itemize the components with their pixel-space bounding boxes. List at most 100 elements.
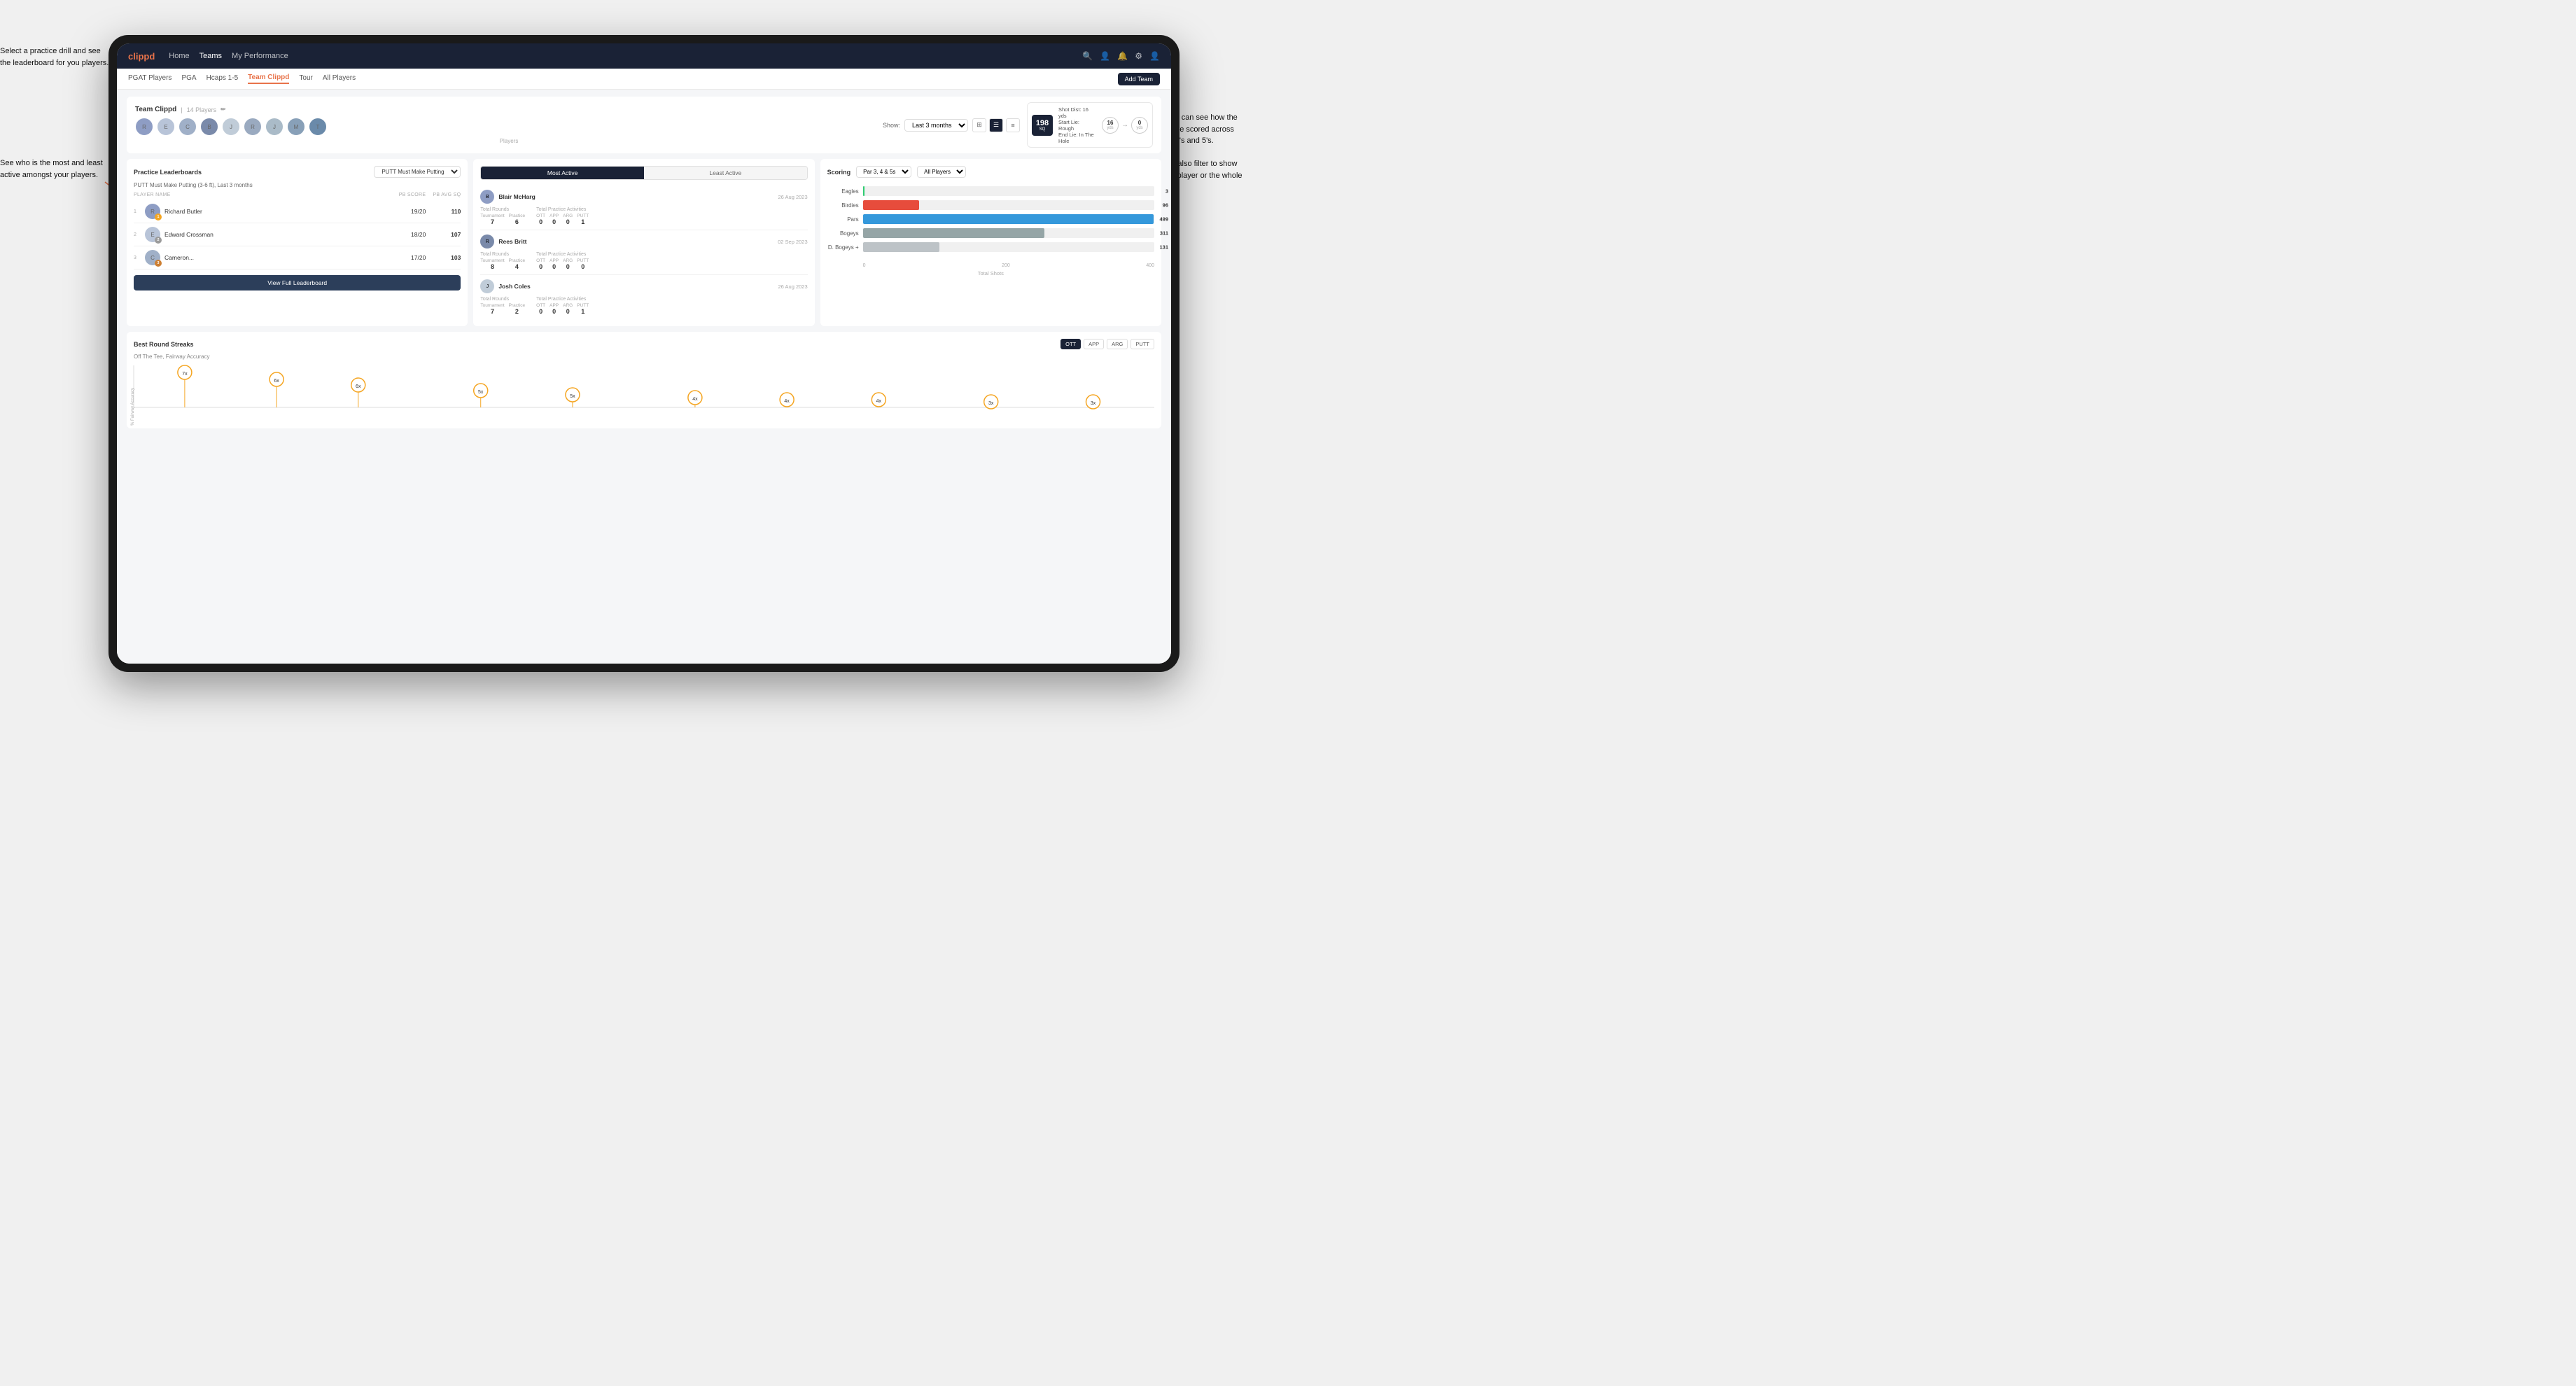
sub-nav-pgat[interactable]: PGAT Players <box>128 74 172 83</box>
user-avatar-icon[interactable]: 👤 <box>1149 51 1160 61</box>
tab-least-active[interactable]: Least Active <box>644 167 807 179</box>
avatar-5[interactable]: J <box>222 118 240 136</box>
view-icons: ⊞ ☰ ≡ <box>972 118 1020 132</box>
sub-nav-team-clippd[interactable]: Team Clippd <box>248 74 289 84</box>
annotation-top-left: Select a practice drill and seethe leade… <box>0 46 112 69</box>
players-label: Players <box>135 138 883 144</box>
axis-200: 200 <box>1002 263 1010 268</box>
lb-rank-2: 2 <box>134 232 145 237</box>
bell-icon[interactable]: 🔔 <box>1117 51 1128 61</box>
stat-group-rounds-1: Total Rounds Tournament 7 Practice 6 <box>480 207 525 225</box>
stat-title-activities-3: Total Practice Activities <box>536 297 589 302</box>
svg-text:5x: 5x <box>570 394 575 399</box>
stat-group-activities-2: Total Practice Activities OTT 0 APP 0 <box>536 252 589 270</box>
main-content: Team Clippd | 14 Players ✏ R E C B J R J… <box>117 90 1171 664</box>
yds-end: 0 yds <box>1131 117 1148 134</box>
sub-nav-tour[interactable]: Tour <box>299 74 312 83</box>
par-filter-select[interactable]: Par 3, 4 & 5s <box>856 166 911 178</box>
player-card-2: R Rees Britt 02 Sep 2023 Total Rounds To… <box>480 230 807 275</box>
search-icon[interactable]: 🔍 <box>1082 51 1093 61</box>
players-filter-select[interactable]: All Players <box>917 166 966 178</box>
shot-dist: Shot Dist: 16 yds <box>1058 106 1096 119</box>
streak-chart-svg: 7x 6x 6x 5x <box>134 365 1154 421</box>
streak-btn-arg[interactable]: ARG <box>1107 339 1128 349</box>
pc-avatar-1: B <box>480 190 494 204</box>
card-view-btn[interactable]: ☰ <box>989 118 1003 132</box>
nav-item-performance[interactable]: My Performance <box>232 52 288 60</box>
stat-practice-3: Practice 2 <box>509 303 525 315</box>
nav-bar: clippd Home Teams My Performance 🔍 👤 🔔 ⚙… <box>117 43 1171 69</box>
settings-icon[interactable]: ⚙ <box>1135 51 1142 61</box>
avatar-9[interactable]: T <box>309 118 327 136</box>
shot-sq: SQ <box>1040 127 1046 132</box>
stat-ott-1: OTT 0 <box>536 214 545 225</box>
team-player-count-label: 14 Players <box>187 106 217 113</box>
stat-app-3: APP 0 <box>550 303 559 315</box>
lb-name-2: Edward Crossman <box>164 231 391 238</box>
drill-select[interactable]: PUTT Must Make Putting <box>374 166 461 178</box>
view-full-leaderboard-button[interactable]: View Full Leaderboard <box>134 275 461 290</box>
lb-sq-1: 110 <box>426 208 461 215</box>
sub-nav-pga[interactable]: PGA <box>181 74 196 83</box>
stat-arg-3: ARG 0 <box>563 303 573 315</box>
nav-item-teams[interactable]: Teams <box>200 52 222 60</box>
tab-most-active[interactable]: Most Active <box>481 167 644 179</box>
nav-item-home[interactable]: Home <box>169 52 189 60</box>
player-card-header-3: J Josh Coles 26 Aug 2023 <box>480 279 807 293</box>
stat-arg-2: ARG 0 <box>563 258 573 270</box>
bar-track-pars: 499 <box>863 214 1154 224</box>
bar-label-bogeys: Bogeys <box>827 230 859 237</box>
avatar-4[interactable]: B <box>200 118 218 136</box>
pc-date-2: 02 Sep 2023 <box>778 239 808 245</box>
svg-text:3x: 3x <box>1091 401 1096 406</box>
grid-view-btn[interactable]: ⊞ <box>972 118 986 132</box>
pc-avatar-3: J <box>480 279 494 293</box>
tablet-frame: clippd Home Teams My Performance 🔍 👤 🔔 ⚙… <box>108 35 1180 672</box>
streak-btn-app[interactable]: APP <box>1084 339 1104 349</box>
svg-text:5x: 5x <box>478 390 484 395</box>
person-icon[interactable]: 👤 <box>1100 51 1110 61</box>
bar-row-bogeys: Bogeys 311 <box>827 228 1154 238</box>
show-label: Show: <box>883 122 900 129</box>
activity-tabs: Most Active Least Active <box>480 166 807 180</box>
sub-nav-hcaps[interactable]: Hcaps 1-5 <box>206 74 239 83</box>
team-player-count: | <box>181 106 182 113</box>
shot-badge: 198 SQ <box>1032 115 1053 136</box>
streak-btn-putt[interactable]: PUTT <box>1130 339 1154 349</box>
avatar-6[interactable]: R <box>244 118 262 136</box>
bar-value-pars: 499 <box>1159 216 1168 223</box>
avatar-1[interactable]: R <box>135 118 153 136</box>
svg-text:6x: 6x <box>274 379 279 384</box>
stat-practice-1: Practice 6 <box>509 214 525 225</box>
streak-chart-container: 7x 6x 6x 5x <box>134 365 1154 421</box>
lb-badge-silver: 2 <box>155 237 162 244</box>
streak-subtitle: Off The Tee, Fairway Accuracy <box>134 354 1154 360</box>
stat-app-1: APP 0 <box>550 214 559 225</box>
streak-btn-ott[interactable]: OTT <box>1060 339 1081 349</box>
bar-track-birdies: 96 <box>863 200 1154 210</box>
bar-row-birdies: Birdies 96 <box>827 200 1154 210</box>
stat-tournament-1: Tournament 7 <box>480 214 504 225</box>
avatar-7[interactable]: J <box>265 118 284 136</box>
streaks-title: Best Round Streaks <box>134 341 194 348</box>
avatar-3[interactable]: C <box>178 118 197 136</box>
avatar-8[interactable]: M <box>287 118 305 136</box>
stat-putt-1: PUTT 1 <box>577 214 589 225</box>
edit-icon[interactable]: ✏ <box>220 106 226 113</box>
show-select[interactable]: Last 3 months Last 6 months Last year <box>904 119 968 132</box>
pc-date-3: 26 Aug 2023 <box>778 284 808 290</box>
shot-badge-wrapper: 198 SQ <box>1032 115 1053 136</box>
stat-practice-2: Practice 4 <box>509 258 525 270</box>
shot-number: 198 <box>1036 119 1049 127</box>
sub-nav-all-players[interactable]: All Players <box>323 74 356 83</box>
arrow-right-icon: → <box>1121 121 1128 129</box>
svg-text:3x: 3x <box>988 401 994 406</box>
three-col-panels: Practice Leaderboards PUTT Must Make Put… <box>127 159 1161 326</box>
avatar-2[interactable]: E <box>157 118 175 136</box>
list-view-btn[interactable]: ≡ <box>1006 118 1020 132</box>
lb-avatar-1: R 1 <box>145 204 160 219</box>
stat-group-activities-3: Total Practice Activities OTT 0 APP 0 <box>536 297 589 315</box>
team-title: Team Clippd | 14 Players ✏ <box>135 106 883 113</box>
add-team-button[interactable]: Add Team <box>1118 73 1160 85</box>
pc-name-1: Blair McHarg <box>498 193 778 200</box>
